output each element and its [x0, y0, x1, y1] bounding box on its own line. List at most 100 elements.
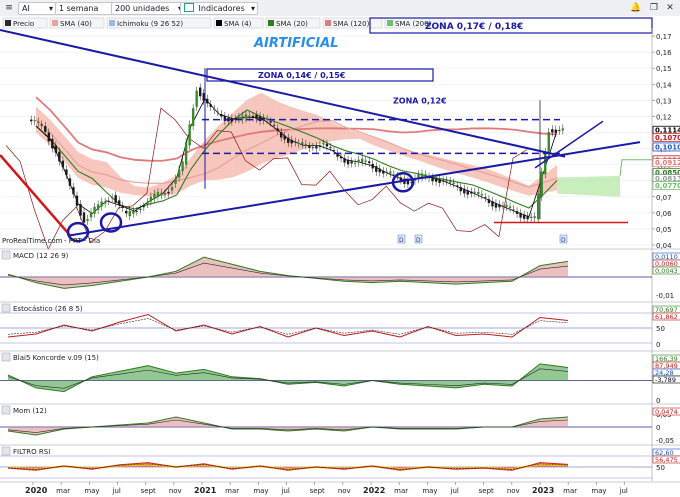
price-tick-label: 0,06 — [656, 210, 672, 218]
timeframe-label: 1 semana — [59, 4, 99, 13]
candle-body — [459, 187, 462, 192]
candle-body — [272, 124, 276, 126]
candle-body — [378, 168, 381, 173]
panel-label: MACD (12 26 9) — [13, 252, 69, 260]
indicators-button[interactable]: Indicadores ▾ — [180, 2, 258, 15]
candle-body — [512, 209, 515, 211]
time-tick-label: nov — [507, 487, 520, 495]
candle-body — [558, 130, 561, 131]
candle-body — [315, 146, 318, 149]
candle-body — [371, 163, 374, 169]
candle-body — [522, 214, 526, 219]
candle-body — [491, 201, 494, 207]
time-tick-label: may — [422, 487, 437, 495]
bell-icon[interactable]: 🔔 — [630, 2, 642, 14]
candle-body — [75, 195, 79, 206]
legend-item: SMA (20) — [265, 17, 321, 29]
candle-body — [96, 204, 100, 211]
chart-canvas[interactable]: Precio SMA (40) Ichimoku (9 26 52) SMA (4) S… — [0, 16, 680, 497]
candle-body — [230, 118, 234, 122]
panel-value-label: -3,789 — [655, 376, 676, 384]
candle-body — [114, 195, 117, 203]
candle-body — [431, 177, 434, 182]
dividend-marker-label: D — [561, 237, 566, 244]
candle-body — [44, 126, 47, 133]
source-watermark: ProRealTime.com — [2, 237, 63, 245]
candle-body — [167, 191, 170, 194]
candle-body — [82, 212, 86, 223]
candle-body — [170, 187, 174, 191]
units-selector[interactable]: 200 unidades ▾ — [111, 2, 185, 15]
candle-body — [216, 111, 220, 113]
legend-item: SMA (40) — [49, 17, 105, 29]
price-tick-label: 0,17 — [656, 33, 672, 41]
chart-title: AIRTIFICIAL — [253, 36, 338, 51]
candle-body — [294, 141, 297, 143]
time-tick-label: 2022 — [363, 486, 385, 495]
cloud-future — [557, 175, 620, 197]
candle-body — [508, 206, 512, 209]
time-tick-label: may — [591, 487, 606, 495]
candle-body — [248, 115, 251, 118]
candle-body — [79, 204, 82, 216]
candle-body — [255, 114, 258, 119]
legend-swatch — [268, 20, 274, 26]
time-tick-label: 2020 — [25, 486, 48, 495]
candle-body — [40, 124, 43, 126]
time-tick-label: jul — [112, 487, 121, 495]
candle-body — [237, 116, 241, 120]
candle-body — [526, 215, 529, 220]
price-tick-label: 0,13 — [656, 97, 672, 105]
rsi-icon — [1, 446, 11, 456]
timeframe-selector[interactable]: 1 semana ▾ — [55, 2, 119, 15]
candle-body — [103, 201, 107, 204]
candle-body — [93, 206, 96, 214]
candle-body — [498, 204, 501, 208]
time-tick-label: jul — [281, 487, 290, 495]
legend-item: Precio — [2, 17, 48, 29]
candle-body — [135, 211, 139, 213]
candle-body — [325, 143, 329, 147]
candle-body — [494, 203, 498, 208]
price-tick-label: 0,07 — [656, 194, 672, 202]
window-menu-icon[interactable]: ≡ — [3, 2, 15, 14]
symbol-selector[interactable]: AI ▾ — [18, 2, 56, 15]
candle-body — [279, 132, 283, 138]
candle-body — [269, 121, 272, 123]
units-label: 200 unidades — [115, 4, 170, 13]
candle-body — [487, 199, 491, 204]
candle-body — [54, 145, 58, 153]
price-tick-label: 0,15 — [656, 65, 672, 73]
candle-body — [350, 161, 353, 164]
candle-body — [441, 180, 445, 182]
candle-body — [473, 191, 477, 193]
candle-body — [33, 120, 36, 122]
price-tick-label: 0,14 — [656, 81, 672, 89]
candle-body — [209, 104, 212, 107]
candle-body — [276, 128, 279, 131]
chevron-down-icon: ▾ — [250, 4, 255, 13]
candle-body — [163, 193, 167, 195]
candle-body — [343, 158, 346, 163]
legend-label: SMA (4) — [224, 20, 252, 28]
panel-axis-label: -0,05 — [656, 437, 674, 445]
restore-window-icon[interactable]: ❐ — [648, 2, 660, 14]
panel-value-label: 0,0043 — [655, 267, 678, 275]
candle-body — [283, 135, 286, 140]
price-value-label: 0,1010 — [655, 143, 680, 151]
candle-body — [515, 211, 519, 214]
legend-label: Ichimoku (9 26 52) — [117, 20, 183, 28]
candle-body — [146, 202, 149, 205]
candle-body — [389, 171, 392, 174]
candle-body — [86, 218, 89, 221]
legend-label: SMA (40) — [60, 20, 92, 28]
toolbar: ≡ AI ▾ 1 semana ▾ 200 unidades ▾ Indicad… — [0, 0, 680, 17]
candle-body — [466, 190, 469, 195]
candle-body — [311, 146, 315, 148]
candle-body — [251, 116, 255, 118]
time-tick-label: 2023 — [532, 486, 554, 495]
candle-body — [125, 210, 128, 214]
panel-axis-label: 0 — [656, 424, 660, 432]
legend-label: Precio — [13, 20, 34, 28]
close-icon[interactable]: ✕ — [664, 2, 676, 14]
